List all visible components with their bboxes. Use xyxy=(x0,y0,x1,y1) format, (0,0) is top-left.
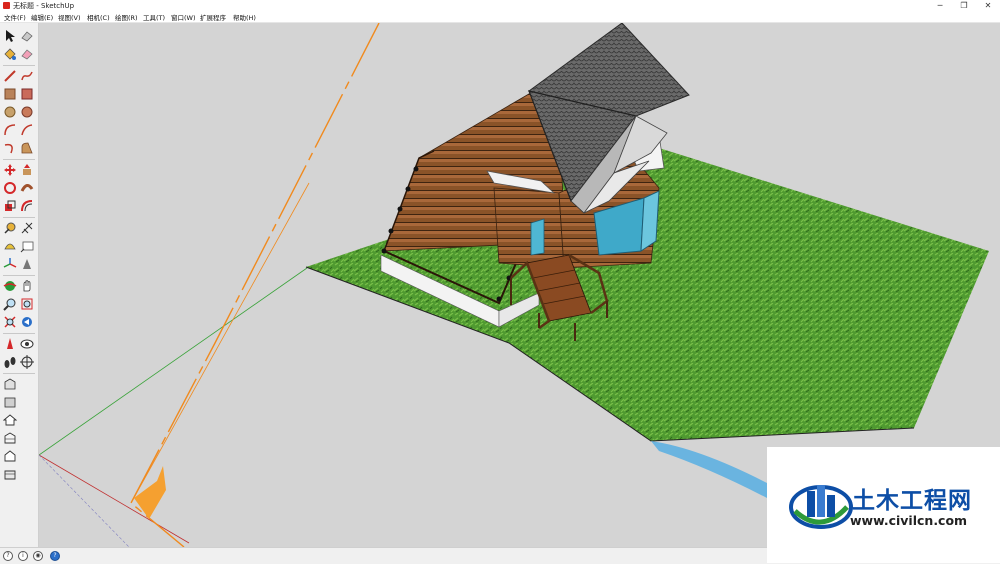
toolbar-separator xyxy=(3,333,35,334)
blue-axis xyxy=(39,454,130,547)
scale-tool[interactable] xyxy=(3,199,17,213)
title-bar: 无标题 - SketchUp ─ ❐ ✕ xyxy=(0,0,1000,11)
menu-help[interactable]: 帮助(H) xyxy=(233,12,256,22)
extension-icon[interactable] xyxy=(3,395,17,409)
menu-draw[interactable]: 绘图(R) xyxy=(115,12,138,22)
3d-text-tool[interactable] xyxy=(20,257,34,271)
freehand-tool[interactable] xyxy=(20,69,34,83)
two-point-arc-tool[interactable] xyxy=(3,141,17,155)
menu-view[interactable]: 视图(V) xyxy=(58,12,81,22)
line-tool[interactable] xyxy=(3,69,17,83)
offset-tool[interactable] xyxy=(20,199,34,213)
toolbar-separator xyxy=(3,275,35,276)
sketchup-app-icon xyxy=(3,2,10,9)
dimension-tool[interactable] xyxy=(20,221,34,235)
toolbar-separator xyxy=(3,373,35,374)
stream xyxy=(651,441,767,498)
pan-tool[interactable] xyxy=(20,279,34,293)
credits-icon[interactable]: i xyxy=(18,551,28,561)
rotated-rectangle-tool[interactable] xyxy=(20,87,34,101)
protractor-tool[interactable] xyxy=(3,239,17,253)
front-view-icon[interactable] xyxy=(3,449,17,463)
eraser-tool-alt[interactable] xyxy=(20,29,34,43)
close-button[interactable]: ✕ xyxy=(976,0,1000,11)
menu-bar: 文件(F) 编辑(E) 视图(V) 相机(C) 绘图(R) 工具(T) 窗口(W… xyxy=(0,11,1000,23)
pie-tool[interactable] xyxy=(20,123,34,137)
zoom-window-tool[interactable] xyxy=(20,297,34,311)
watermark-title: 土木工程网 xyxy=(852,488,972,514)
menu-file[interactable]: 文件(F) xyxy=(4,12,26,22)
toolbar-separator xyxy=(3,217,35,218)
watermark: 土木工程网 www.civilcn.com xyxy=(767,447,1000,563)
previous-view-tool[interactable] xyxy=(20,315,34,329)
help-icon[interactable]: ? xyxy=(50,551,60,561)
move-tool[interactable] xyxy=(3,163,17,177)
section-plane-tool[interactable] xyxy=(20,355,34,369)
tool-palette xyxy=(0,23,39,547)
window-title: 无标题 - SketchUp xyxy=(13,2,75,10)
axes-tool[interactable] xyxy=(3,257,17,271)
zoom-tool[interactable] xyxy=(3,297,17,311)
rotate-tool[interactable] xyxy=(3,181,17,195)
top-view-icon[interactable] xyxy=(3,431,17,445)
follow-me-tool[interactable] xyxy=(20,181,34,195)
rectangle-tool[interactable] xyxy=(3,87,17,101)
toolbar-separator xyxy=(3,65,35,66)
warehouse-icon[interactable] xyxy=(3,377,17,391)
right-view-icon[interactable] xyxy=(3,467,17,481)
circle-tool[interactable] xyxy=(3,105,17,119)
user-icon[interactable]: ◉ xyxy=(33,551,43,561)
push-pull-tool[interactable] xyxy=(20,163,34,177)
menu-camera[interactable]: 相机(C) xyxy=(87,12,110,22)
select-tool[interactable] xyxy=(3,29,17,43)
menu-edit[interactable]: 编辑(E) xyxy=(31,12,53,22)
three-point-arc-tool[interactable] xyxy=(20,141,34,155)
orbit-tool[interactable] xyxy=(3,279,17,293)
camera-marker-icon xyxy=(134,466,166,519)
polygon-tool[interactable] xyxy=(20,105,34,119)
menu-tools[interactable]: 工具(T) xyxy=(143,12,165,22)
menu-extensions[interactable]: 扩展程序 xyxy=(200,12,226,22)
door-window xyxy=(530,218,545,256)
arc-tool[interactable] xyxy=(3,123,17,137)
tape-measure-tool[interactable] xyxy=(3,221,17,235)
paint-bucket-tool[interactable] xyxy=(3,47,17,61)
civilcn-logo-icon xyxy=(789,485,853,529)
restore-button[interactable]: ❐ xyxy=(952,0,976,11)
position-camera-tool[interactable] xyxy=(3,337,17,351)
toolbar-separator xyxy=(3,159,35,160)
watermark-url: www.civilcn.com xyxy=(850,513,968,528)
text-tool[interactable] xyxy=(20,239,34,253)
menu-window[interactable]: 窗口(W) xyxy=(171,12,196,22)
zoom-extents-tool[interactable] xyxy=(3,315,17,329)
look-around-tool[interactable] xyxy=(20,337,34,351)
home-view-icon[interactable] xyxy=(3,413,17,427)
walk-tool[interactable] xyxy=(3,355,17,369)
cabin-front-wall xyxy=(493,187,565,269)
eraser-tool[interactable] xyxy=(20,47,34,61)
red-axis xyxy=(39,454,190,544)
minimize-button[interactable]: ─ xyxy=(928,0,952,11)
geo-location-icon[interactable]: ? xyxy=(3,551,13,561)
